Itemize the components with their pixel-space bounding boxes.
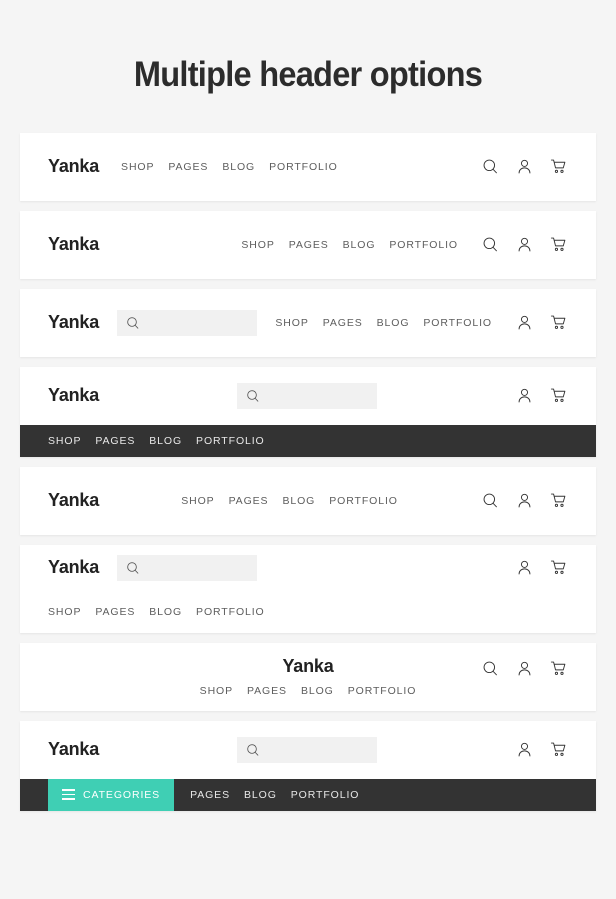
user-icon[interactable]: [514, 386, 534, 406]
header-option-1: Yanka SHOP PAGES BLOG PORTFOLIO: [20, 132, 596, 201]
header-option-6: Yanka SHOP PAGES BLOG PORTFOLIO: [20, 544, 596, 633]
nav-item-pages[interactable]: PAGES: [168, 161, 208, 173]
search-icon[interactable]: [480, 491, 500, 511]
nav-item-pages[interactable]: PAGES: [95, 435, 135, 447]
nav-item-shop[interactable]: SHOP: [200, 685, 233, 697]
nav-item-pages[interactable]: PAGES: [190, 789, 230, 801]
header-icons: [514, 313, 568, 333]
logo[interactable]: Yanka: [48, 739, 99, 760]
logo[interactable]: Yanka: [48, 557, 99, 578]
search-input[interactable]: [236, 736, 377, 763]
page-title: Multiple header options: [133, 55, 483, 94]
cart-icon[interactable]: [548, 491, 568, 511]
logo[interactable]: Yanka: [48, 156, 99, 177]
hamburger-icon: [62, 789, 75, 800]
page-root: Multiple header options Yanka SHOP PAGES…: [0, 0, 616, 899]
logo[interactable]: Yanka: [48, 234, 99, 255]
search-icon[interactable]: [480, 659, 500, 679]
cart-icon[interactable]: [548, 558, 568, 578]
main-nav: PAGES BLOG PORTFOLIO: [190, 789, 359, 801]
user-icon[interactable]: [514, 740, 534, 760]
nav-item-pages[interactable]: PAGES: [95, 606, 135, 618]
nav-item-portfolio[interactable]: PORTFOLIO: [423, 317, 492, 329]
main-nav: SHOP PAGES BLOG PORTFOLIO: [121, 161, 338, 173]
main-nav: SHOP PAGES BLOG PORTFOLIO: [200, 685, 417, 697]
search-input[interactable]: [117, 309, 258, 336]
header-icons: [480, 235, 568, 255]
search-input[interactable]: [117, 554, 258, 581]
logo[interactable]: Yanka: [48, 385, 99, 406]
header-icons: [514, 558, 568, 578]
nav-item-pages[interactable]: PAGES: [229, 495, 269, 507]
nav-item-pages[interactable]: PAGES: [323, 317, 363, 329]
nav-item-portfolio[interactable]: PORTFOLIO: [329, 495, 398, 507]
header-icons: [514, 740, 568, 760]
header-icons: [480, 157, 568, 177]
main-nav: SHOP PAGES BLOG PORTFOLIO: [48, 435, 265, 447]
header-option-7: Yanka SHOP PAGES BLOG PORTFOLIO: [20, 642, 596, 711]
header-icons: [480, 659, 568, 679]
search-icon[interactable]: [480, 235, 500, 255]
logo[interactable]: Yanka: [48, 490, 99, 511]
main-nav: SHOP PAGES BLOG PORTFOLIO: [48, 606, 265, 618]
main-nav: SHOP PAGES BLOG PORTFOLIO: [181, 495, 398, 507]
logo[interactable]: Yanka: [48, 312, 99, 333]
cart-icon[interactable]: [548, 386, 568, 406]
categories-button[interactable]: CATEGORIES: [48, 778, 175, 811]
cart-icon[interactable]: [548, 157, 568, 177]
nav-item-shop[interactable]: SHOP: [241, 239, 274, 251]
header-icons: [480, 491, 568, 511]
header-option-4: Yanka SHOP PAGES BLOG PORTFOLIO: [20, 366, 596, 457]
nav-item-portfolio[interactable]: PORTFOLIO: [348, 685, 417, 697]
nav-item-portfolio[interactable]: PORTFOLIO: [389, 239, 458, 251]
dark-nav-bar: SHOP PAGES BLOG PORTFOLIO: [20, 424, 596, 457]
cart-icon[interactable]: [548, 659, 568, 679]
nav-item-portfolio[interactable]: PORTFOLIO: [196, 606, 265, 618]
user-icon[interactable]: [514, 157, 534, 177]
nav-item-blog[interactable]: BLOG: [149, 606, 182, 618]
header-option-3: Yanka SHOP PAGES BLOG PORTFOLIO: [20, 288, 596, 357]
logo[interactable]: Yanka: [282, 656, 333, 677]
cart-icon[interactable]: [548, 235, 568, 255]
user-icon[interactable]: [514, 558, 534, 578]
user-icon[interactable]: [514, 659, 534, 679]
header-option-2: Yanka SHOP PAGES BLOG PORTFOLIO: [20, 210, 596, 279]
nav-item-portfolio[interactable]: PORTFOLIO: [269, 161, 338, 173]
nav-item-pages[interactable]: PAGES: [289, 239, 329, 251]
user-icon[interactable]: [514, 491, 534, 511]
cart-icon[interactable]: [548, 740, 568, 760]
cart-icon[interactable]: [548, 313, 568, 333]
nav-item-pages[interactable]: PAGES: [247, 685, 287, 697]
user-icon[interactable]: [514, 235, 534, 255]
header-option-5: Yanka SHOP PAGES BLOG PORTFOLIO: [20, 466, 596, 535]
search-icon[interactable]: [480, 157, 500, 177]
nav-item-blog[interactable]: BLOG: [301, 685, 334, 697]
header-options-list: Yanka SHOP PAGES BLOG PORTFOLIO Yanka SH…: [0, 132, 616, 811]
nav-item-blog[interactable]: BLOG: [343, 239, 376, 251]
nav-item-shop[interactable]: SHOP: [48, 435, 81, 447]
nav-item-portfolio[interactable]: PORTFOLIO: [291, 789, 360, 801]
header-option-8: Yanka CATEGORIES PAGES BLOG PORTFOLIO: [20, 720, 596, 811]
main-nav: SHOP PAGES BLOG PORTFOLIO: [241, 239, 458, 251]
nav-item-portfolio[interactable]: PORTFOLIO: [196, 435, 265, 447]
nav-item-blog[interactable]: BLOG: [222, 161, 255, 173]
nav-item-blog[interactable]: BLOG: [282, 495, 315, 507]
user-icon[interactable]: [514, 313, 534, 333]
dark-nav-bar: CATEGORIES PAGES BLOG PORTFOLIO: [20, 778, 596, 811]
secondary-nav-row: SHOP PAGES BLOG PORTFOLIO: [20, 591, 596, 633]
nav-item-blog[interactable]: BLOG: [244, 789, 277, 801]
search-input[interactable]: [236, 382, 377, 409]
nav-item-shop[interactable]: SHOP: [181, 495, 214, 507]
categories-button-label: CATEGORIES: [83, 788, 161, 801]
nav-item-shop[interactable]: SHOP: [121, 161, 154, 173]
nav-item-shop[interactable]: SHOP: [48, 606, 81, 618]
nav-item-shop[interactable]: SHOP: [275, 317, 308, 329]
nav-item-blog[interactable]: BLOG: [149, 435, 182, 447]
main-nav: SHOP PAGES BLOG PORTFOLIO: [275, 317, 492, 329]
header-icons: [514, 386, 568, 406]
nav-item-blog[interactable]: BLOG: [377, 317, 410, 329]
